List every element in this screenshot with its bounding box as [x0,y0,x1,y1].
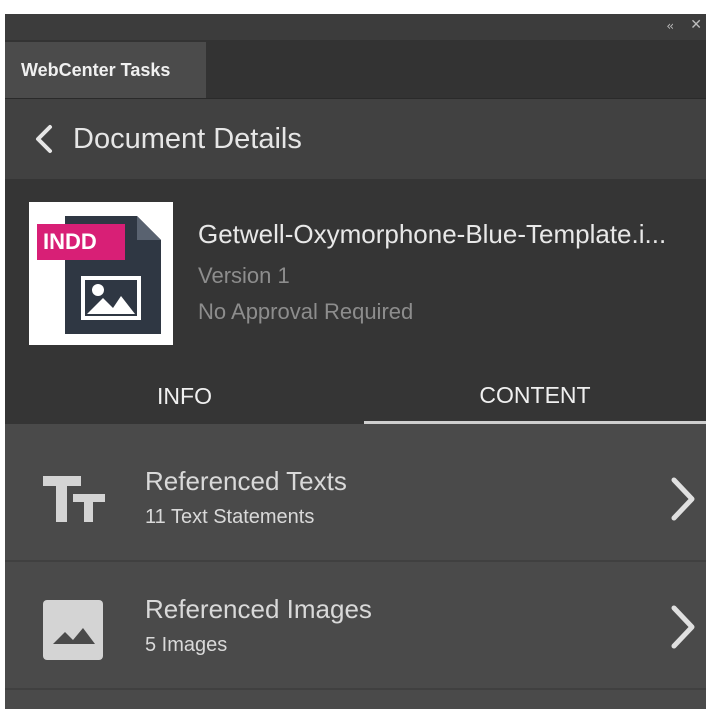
item-subtitle: 11 Text Statements [145,506,315,528]
referenced-images-item[interactable]: Referenced Images 5 Images [5,562,706,690]
referenced-texts-item[interactable]: Referenced Texts 11 Text Statements [5,434,706,562]
content-list: Referenced Texts 11 Text Statements Refe… [5,424,706,709]
tab-info[interactable]: INFO [5,369,364,424]
collapse-panel-icon[interactable]: ‹‹ [666,19,673,33]
page-title: Document Details [73,122,302,155]
approval-status: No Approval Required [198,299,414,324]
text-size-icon [43,476,105,522]
panel-top-bar: ‹‹ ✕ [5,14,706,40]
document-thumbnail: INDD [29,202,173,345]
page-header: Document Details [5,99,706,179]
document-version: Version 1 [198,263,290,288]
webcenter-panel: ‹‹ ✕ WebCenter Tasks Document Details IN… [5,14,706,709]
tab-content[interactable]: CONTENT [364,369,706,424]
document-name: Getwell-Oxymorphone-Blue-Template.i... [198,219,667,249]
chevron-right-icon [671,605,695,649]
file-type-badge: INDD [37,224,125,260]
chevron-left-icon[interactable] [33,124,55,154]
chevron-right-icon [671,477,695,521]
close-panel-icon[interactable]: ✕ [690,17,702,33]
item-subtitle: 5 Images [145,634,228,656]
document-info: INDD Getwell-Oxymorphone-Blue-Template.i… [5,179,706,369]
image-icon [43,600,103,660]
item-title: Referenced Texts [145,466,347,496]
detail-tabs: INFO CONTENT [5,369,706,424]
item-title: Referenced Images [145,594,372,624]
panel-tab-row: WebCenter Tasks [5,40,706,99]
tab-webcenter-tasks[interactable]: WebCenter Tasks [5,42,206,98]
